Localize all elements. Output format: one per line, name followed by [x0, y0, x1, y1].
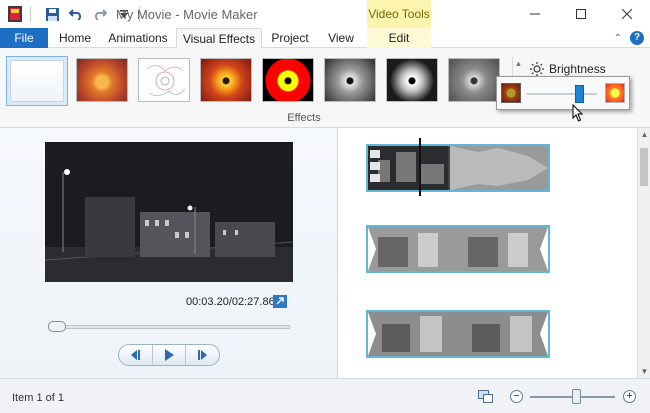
video-preview[interactable]	[45, 142, 293, 282]
maximize-button[interactable]	[558, 0, 604, 28]
status-bar: Item 1 of 1 − +	[0, 378, 650, 413]
clip-thumbnail[interactable]	[366, 144, 550, 192]
playhead[interactable]	[419, 138, 421, 196]
brightness-icon	[530, 62, 544, 76]
app-icon[interactable]	[6, 5, 24, 23]
help-icon[interactable]: ?	[630, 31, 644, 45]
status-item-count: Item 1 of 1	[12, 392, 64, 404]
tab-animations[interactable]: Animations	[104, 28, 172, 48]
scroll-up-icon[interactable]: ▲	[513, 56, 524, 72]
window-controls	[512, 0, 650, 28]
timecode: 00:03.20/02:27.86	[186, 296, 275, 308]
tab-edit[interactable]: Edit	[367, 28, 431, 48]
brightness-popup	[496, 76, 630, 110]
divider	[30, 6, 31, 22]
effect-edge-detection[interactable]	[138, 58, 190, 102]
effects-gallery	[6, 56, 512, 106]
effect-original[interactable]	[200, 58, 252, 102]
clip-thumbnail[interactable]	[366, 310, 550, 358]
tab-file[interactable]: File	[0, 28, 48, 48]
thumbnail-size-icon[interactable]	[478, 390, 493, 403]
effect-blur[interactable]	[76, 58, 128, 102]
brightness-slider-thumb[interactable]	[575, 85, 584, 103]
tab-visual-effects[interactable]: Visual Effects	[176, 28, 262, 49]
effect-no-effect[interactable]	[6, 56, 68, 106]
redo-icon[interactable]	[91, 5, 109, 23]
scroll-up-icon[interactable]: ▲	[638, 128, 650, 141]
storyboard-scrollbar[interactable]: ▲ ▼	[637, 128, 650, 378]
main-area: 00:03.20/02:27.86 ▲ ▼	[0, 128, 650, 378]
tab-view[interactable]: View	[320, 28, 362, 48]
next-frame-icon	[197, 350, 207, 360]
window-title: My Movie - Movie Maker	[116, 7, 258, 22]
seek-bar[interactable]	[50, 325, 290, 329]
context-tab-group-label: Video Tools	[367, 0, 431, 28]
minimize-button[interactable]	[512, 0, 558, 28]
zoom-out-icon[interactable]: −	[510, 390, 523, 403]
undo-icon[interactable]	[67, 5, 85, 23]
scroll-down-icon[interactable]: ▼	[638, 365, 650, 378]
seek-thumb[interactable]	[48, 321, 66, 332]
previous-frame-button[interactable]	[119, 345, 153, 365]
brightness-slider-track[interactable]	[527, 93, 597, 95]
effect-black-and-white[interactable]	[324, 58, 376, 102]
brightness-label: Brightness	[549, 62, 606, 76]
collapse-ribbon-icon[interactable]: ⌃	[614, 33, 622, 44]
ribbon-tabs: File Home Animations Visual Effects Proj…	[0, 28, 650, 49]
play-icon	[165, 349, 174, 361]
previous-frame-icon	[131, 350, 141, 360]
next-frame-button[interactable]	[186, 345, 219, 365]
scrollbar-thumb[interactable]	[640, 148, 648, 186]
title-bar: My Movie - Movie Maker Video Tools	[0, 0, 650, 28]
preview-pane: 00:03.20/02:27.86	[0, 128, 338, 378]
fullscreen-icon[interactable]	[273, 295, 287, 308]
zoom-in-icon[interactable]: +	[623, 390, 636, 403]
mouse-pointer-icon	[572, 104, 584, 122]
tab-project[interactable]: Project	[266, 28, 314, 48]
play-button[interactable]	[153, 345, 187, 365]
zoom-slider-thumb[interactable]	[572, 389, 581, 404]
effects-group-label: Effects	[287, 112, 321, 124]
effect-black-and-white-low-contrast[interactable]	[448, 58, 500, 102]
darker-thumbnail	[501, 83, 521, 103]
close-button[interactable]	[604, 0, 650, 28]
brighter-thumbnail	[605, 83, 625, 103]
effect-posterize[interactable]	[262, 58, 314, 102]
clip-thumbnail[interactable]	[366, 225, 550, 273]
save-icon[interactable]	[43, 5, 61, 23]
playback-controls	[118, 344, 220, 366]
storyboard	[339, 128, 637, 378]
effect-black-and-white-high-contrast[interactable]	[386, 58, 438, 102]
tab-home[interactable]: Home	[50, 28, 100, 48]
